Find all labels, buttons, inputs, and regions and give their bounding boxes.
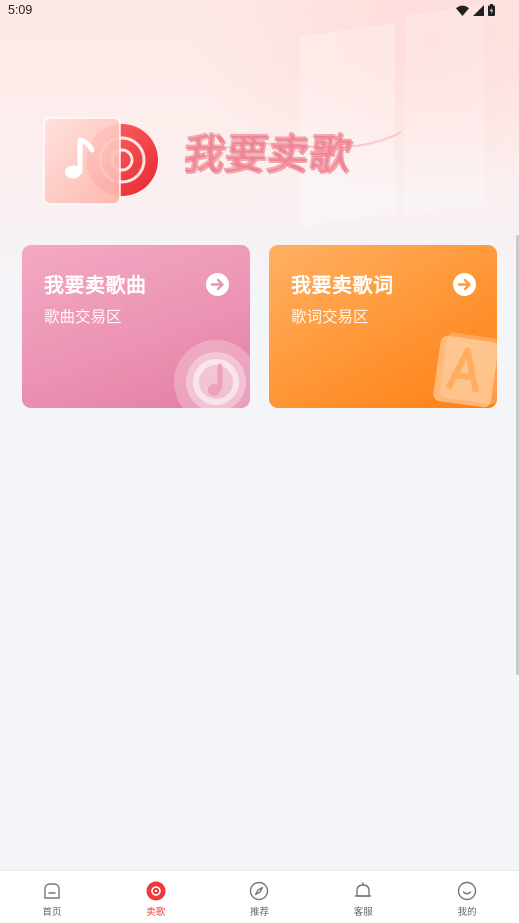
nav-label: 首页: [42, 907, 62, 918]
svg-text:我要卖歌: 我要卖歌: [185, 129, 356, 178]
music-album-illustration: [43, 117, 158, 205]
nav-label: 我的: [457, 907, 477, 918]
card-subtitle: 歌曲交易区: [44, 308, 122, 326]
card-title: 我要卖歌词: [291, 273, 394, 297]
nav-item-sell-song[interactable]: 卖歌: [104, 871, 208, 923]
bottom-nav: 首页 卖歌 推荐 客服 我的: [0, 870, 519, 923]
status-icons: [456, 4, 495, 16]
signal-icon: [473, 4, 484, 16]
compass-icon: [250, 881, 269, 901]
battery-icon: [488, 4, 495, 16]
nav-label: 卖歌: [146, 907, 166, 918]
card-title: 我要卖歌曲: [44, 273, 147, 297]
sell-lyric-card[interactable]: 我要卖歌词 歌词交易区: [269, 245, 497, 408]
nav-item-customer-service[interactable]: 客服: [311, 871, 415, 923]
hero-glass-panel: [405, 4, 485, 216]
bell-icon: [355, 882, 372, 897]
arrow-right-icon[interactable]: [453, 273, 476, 296]
nav-label: 推荐: [249, 907, 269, 918]
lyric-book-decoration-icon: [433, 332, 497, 408]
record-icon: [146, 881, 166, 901]
banner-title-lettering: 我要卖歌 我要卖歌: [178, 129, 402, 180]
wifi-icon: [456, 5, 469, 16]
nav-item-home[interactable]: 首页: [0, 871, 104, 923]
nav-item-recommend[interactable]: 推荐: [208, 871, 312, 923]
status-bar: 5:09: [0, 0, 519, 22]
nav-label: 客服: [353, 907, 373, 918]
smile-icon: [457, 881, 477, 901]
banner-title: 我要卖歌 我要卖歌: [178, 118, 415, 193]
music-disc-decoration-icon: [174, 340, 250, 408]
arrow-right-icon[interactable]: [206, 273, 229, 296]
home-icon: [44, 883, 60, 899]
nav-item-profile[interactable]: 我的: [415, 871, 519, 923]
status-time: 5:09: [8, 3, 33, 17]
card-subtitle: 歌词交易区: [291, 308, 369, 326]
sell-song-card[interactable]: 我要卖歌曲 歌曲交易区: [22, 245, 250, 408]
